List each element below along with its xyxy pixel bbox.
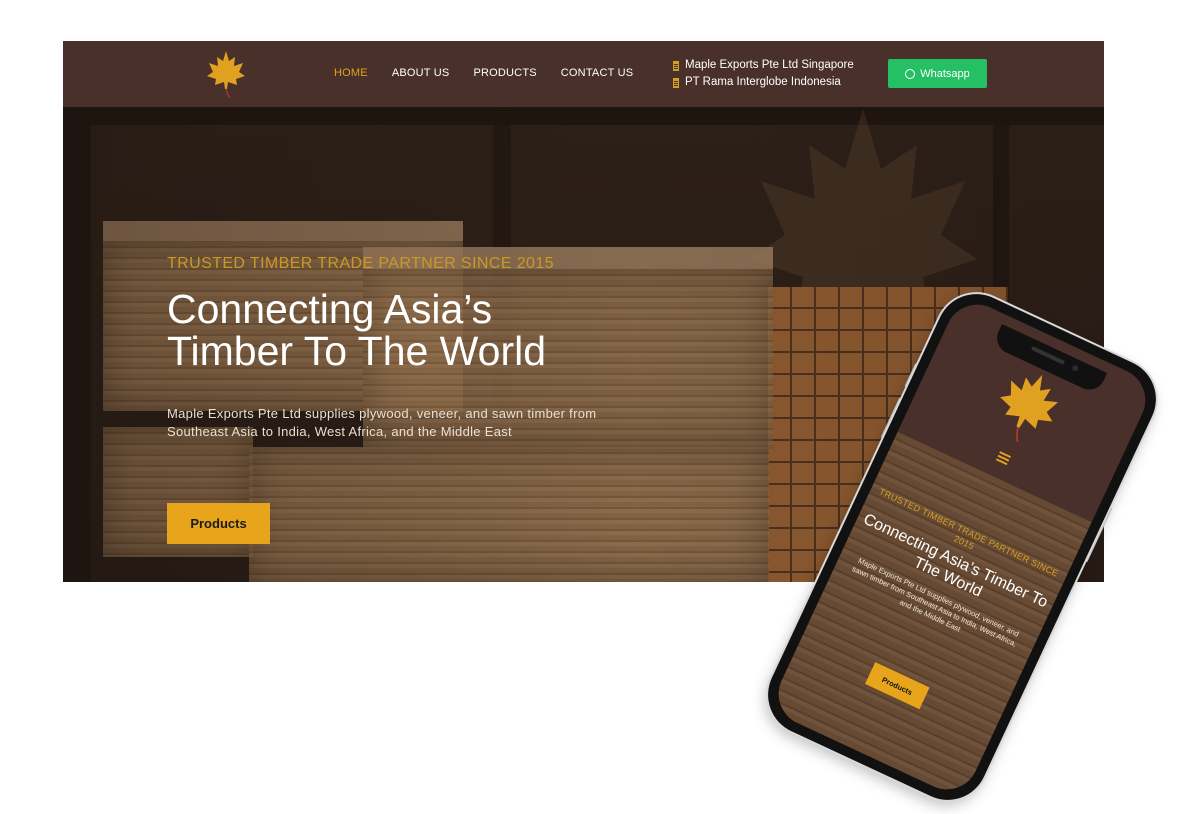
main-menu: HOME ABOUT US PRODUCTS CONTACT US <box>334 67 633 79</box>
company-name: PT Rama Interglobe Indonesia <box>685 76 841 88</box>
company-item: Maple Exports Pte Ltd Singapore <box>673 57 854 74</box>
building-icon <box>673 60 679 71</box>
phone-camera <box>1071 364 1080 373</box>
whatsapp-icon <box>905 68 916 79</box>
hero-tagline: TRUSTED TIMBER TRADE PARTNER SINCE 2015 <box>167 255 554 272</box>
company-item: PT Rama Interglobe Indonesia <box>673 74 854 91</box>
menu-home[interactable]: HOME <box>334 67 368 79</box>
hero-title-line: Timber To The World <box>167 328 547 374</box>
maple-leaf-logo-icon[interactable] <box>206 49 246 99</box>
hamburger-icon[interactable] <box>995 451 1011 466</box>
hero-title: Connecting Asia’s Timber To The World <box>167 288 687 372</box>
top-navbar: HOME ABOUT US PRODUCTS CONTACT US Maple … <box>63 41 1104 107</box>
company-name: Maple Exports Pte Ltd Singapore <box>685 59 854 71</box>
menu-products[interactable]: PRODUCTS <box>473 67 536 79</box>
whatsapp-label: Whatsapp <box>920 67 970 80</box>
mobile-products-button[interactable]: Products <box>865 662 930 710</box>
menu-contact-us[interactable]: CONTACT US <box>561 67 634 79</box>
products-button[interactable]: Products <box>167 503 270 544</box>
hero-title-line: Connecting Asia’s <box>167 286 493 332</box>
hero-subtitle: Maple Exports Pte Ltd supplies plywood, … <box>167 406 597 439</box>
company-list: Maple Exports Pte Ltd Singapore PT Rama … <box>673 57 854 91</box>
menu-about-us[interactable]: ABOUT US <box>392 67 450 79</box>
building-icon <box>673 77 679 88</box>
whatsapp-button[interactable]: Whatsapp <box>888 59 987 88</box>
